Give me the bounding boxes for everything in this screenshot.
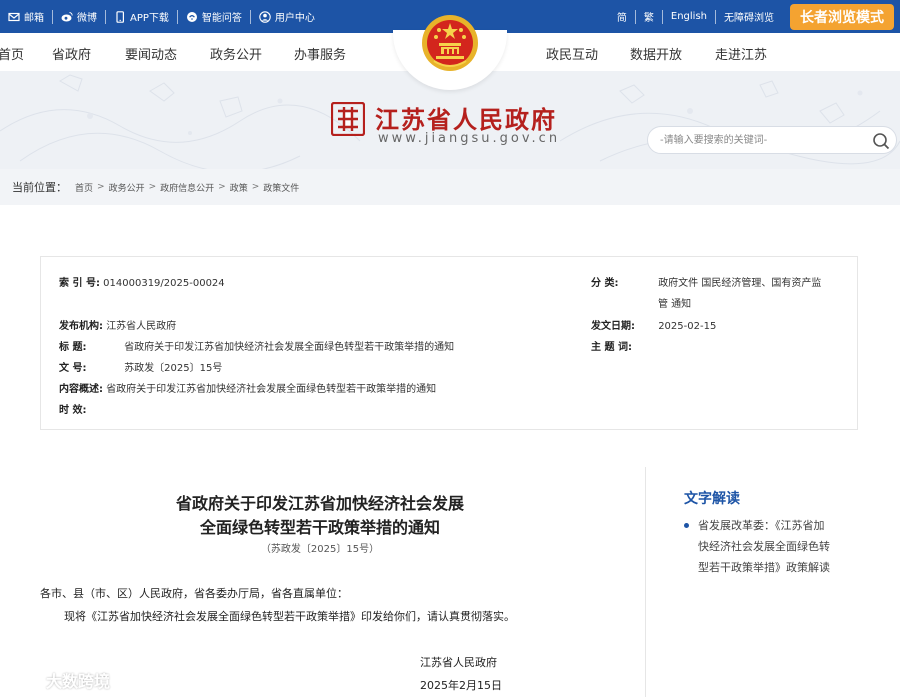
meta-index-value: 014000319/2025-00024 — [103, 278, 225, 289]
site-title: 江苏省人民政府 — [375, 105, 557, 134]
meta-index: 索 引 号: 014000319/2025-00024 — [59, 274, 225, 289]
meta-docno-value: 苏政发〔2025〕15号 — [124, 363, 223, 374]
bullet-icon — [684, 523, 689, 528]
meta-category-cont: 管 通知 — [658, 295, 691, 310]
meta-category-value-2: 管 通知 — [658, 299, 692, 310]
breadcrumb-home[interactable]: 首页 — [75, 181, 93, 194]
mail-link[interactable]: 邮箱 — [0, 0, 52, 33]
meta-title: 标 题: 省政府关于印发江苏省加快经济社会发展全面绿色转型若干政策举措的通知 — [59, 338, 454, 353]
watermark: 大数跨境 — [6, 667, 110, 693]
breadcrumb-sep: > — [97, 182, 105, 192]
nav-opendata[interactable]: 数据开放 — [630, 44, 682, 63]
meta-date: 发文日期: 2025-02-15 — [591, 317, 716, 332]
meta-summary: 内容概述: 省政府关于印发江苏省加快经济社会发展全面绿色转型若干政策举措的通知 — [59, 380, 436, 395]
sidebar-item-interpretation[interactable]: 省发展改革委：《江苏省加 快经济社会发展全面绿色转 型若干政策举措》政策解读 — [684, 515, 859, 578]
user-center-link[interactable]: 用户中心 — [251, 0, 323, 33]
smart-qa-label: 智能问答 — [201, 13, 242, 24]
breadcrumb-label: 当前位置： — [12, 181, 67, 194]
meta-keywords-label: 主 题 词: — [591, 342, 632, 353]
meta-validity-label: 时 效: — [59, 405, 87, 416]
elder-mode-button[interactable]: 长者浏览模式 — [790, 3, 894, 30]
breadcrumb-affairs[interactable]: 政务公开 — [109, 181, 145, 194]
national-emblem-icon — [422, 15, 478, 71]
sidebar-item-line2: 快经济社会发展全面绿色转 — [698, 540, 830, 553]
meta-summary-label: 内容概述: — [59, 384, 103, 395]
watermark-logo-icon — [6, 671, 41, 689]
lang-traditional-link[interactable]: 繁 — [636, 9, 662, 24]
breadcrumb-sep: > — [218, 182, 226, 192]
breadcrumb-policy-docs[interactable]: 政策文件 — [263, 181, 299, 194]
breadcrumb-info-disclosure[interactable]: 政府信息公开 — [160, 181, 214, 194]
search-icon[interactable] — [872, 132, 890, 150]
nav-affairs[interactable]: 政务公开 — [210, 44, 262, 63]
search-input[interactable] — [660, 131, 870, 149]
mail-label: 邮箱 — [24, 13, 44, 24]
phone-icon — [114, 10, 126, 23]
user-icon — [259, 10, 271, 23]
accessibility-link[interactable]: 无障碍浏览 — [716, 9, 782, 24]
nav-interaction[interactable]: 政民互动 — [546, 44, 598, 63]
sidebar-item-line3: 型若干政策举措》政策解读 — [698, 561, 830, 574]
meta-title-value: 省政府关于印发江苏省加快经济社会发展全面绿色转型若干政策举措的通知 — [124, 342, 455, 353]
meta-category-value-1: 政府文件 国民经济管理、国有资产监 — [658, 278, 822, 289]
meta-docno-label: 文 号: — [59, 363, 87, 374]
article-addressee: 各市、县（市、区）人民政府，省各委办厅局，省各直属单位： — [40, 587, 348, 600]
meta-category-label: 分 类: — [591, 278, 619, 289]
nav-services[interactable]: 办事服务 — [294, 44, 346, 63]
meta-publisher: 发布机构: 江苏省人民政府 — [59, 317, 176, 332]
meta-title-label: 标 题: — [59, 342, 87, 353]
mail-icon — [8, 11, 20, 23]
site-logo-icon — [331, 102, 365, 136]
meta-docno: 文 号: 苏政发〔2025〕15号 — [59, 359, 222, 374]
lang-simplified-link[interactable]: 简 — [609, 9, 635, 24]
weibo-label: 微博 — [77, 13, 97, 24]
meta-category: 分 类: 政府文件 国民经济管理、国有资产监 — [591, 274, 821, 289]
nav-news[interactable]: 要闻动态 — [125, 44, 177, 63]
article-title-line1: 省政府关于印发江苏省加快经济社会发展 — [175, 494, 464, 513]
user-center-label: 用户中心 — [274, 13, 315, 24]
breadcrumb-policy[interactable]: 政策 — [230, 181, 248, 194]
lang-english-link[interactable]: English — [663, 11, 715, 22]
meta-summary-value: 省政府关于印发江苏省加快经济社会发展全面绿色转型若干政策举措的通知 — [106, 384, 437, 395]
weibo-link[interactable]: 微博 — [53, 0, 105, 33]
sidebar-title: 文字解读 — [684, 491, 740, 507]
app-download-label: APP下载 — [130, 13, 169, 24]
nav-about[interactable]: 走进江苏 — [715, 44, 767, 63]
smart-qa-link[interactable]: 智能问答 — [178, 0, 250, 33]
article-signer: 江苏省人民政府 — [420, 656, 497, 669]
breadcrumb-sep: > — [148, 182, 157, 192]
article-body: 现将《江苏省加快经济社会发展全面绿色转型若干政策举措》印发给你们，请认真贯彻落实… — [64, 610, 515, 623]
breadcrumb: 当前位置： 首页 > 政务公开 > 政府信息公开 > 政策 > 政策文件 — [0, 169, 900, 205]
meta-keywords: 主 题 词: — [591, 338, 655, 353]
breadcrumb-sep: > — [251, 182, 260, 192]
meta-publisher-value: 江苏省人民政府 — [106, 321, 177, 332]
site-url: www.jiangsu.gov.cn — [378, 131, 561, 146]
meta-validity: 时 效: — [59, 401, 121, 416]
article-sign-date: 2025年2月15日 — [420, 679, 502, 692]
search-box — [647, 126, 897, 154]
article-doc-number: （苏政发〔2025〕15号） — [260, 544, 380, 555]
meta-date-label: 发文日期: — [591, 321, 635, 332]
watermark-text: 大数跨境 — [46, 672, 111, 691]
meta-publisher-label: 发布机构: — [59, 321, 103, 332]
sidebar-divider — [645, 467, 646, 697]
nav-home[interactable]: 首页 — [0, 44, 24, 63]
app-download-link[interactable]: APP下载 — [106, 0, 177, 33]
nav-gov[interactable]: 省政府 — [52, 44, 91, 63]
article-title-line2: 全面绿色转型若干政策举措的通知 — [199, 518, 440, 537]
document-meta-table: 索 引 号: 014000319/2025-00024 分 类: 政府文件 国民… — [40, 256, 858, 430]
qa-icon — [186, 11, 198, 23]
meta-date-value: 2025-02-15 — [658, 321, 717, 332]
sidebar-item-line1: 省发展改革委：《江苏省加 — [698, 519, 825, 532]
weibo-icon — [61, 11, 73, 23]
meta-index-label: 索 引 号: — [59, 278, 100, 289]
